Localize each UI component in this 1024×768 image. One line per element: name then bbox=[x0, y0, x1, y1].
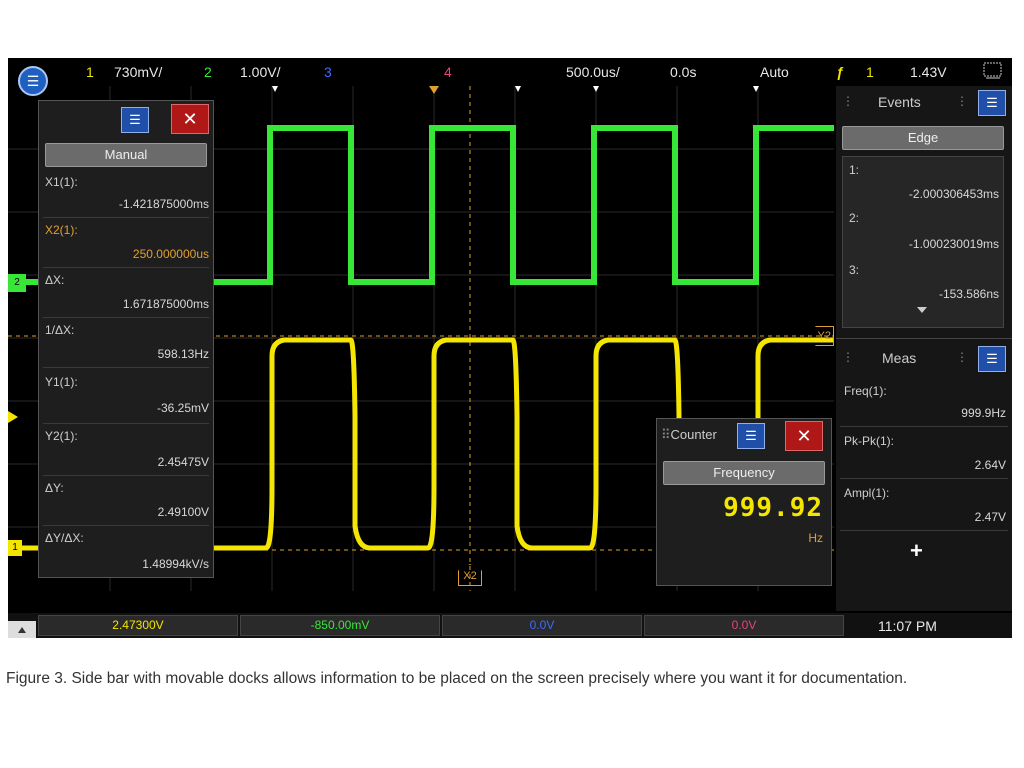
close-icon: ✕ bbox=[182, 108, 198, 129]
trigger-mode[interactable]: Auto bbox=[760, 64, 789, 80]
oscilloscope-screen: 1 730mV/ 2 1.00V/ 3 4 500.0us/ 0.0s Auto… bbox=[8, 58, 1012, 638]
cursor-panel: ☰ ✕ Manual X1(1): -1.421875000ms X2(1): … bbox=[38, 100, 214, 578]
bottom-bar: 2.47300V -850.00mV 0.0V 0.0V 11:07 PM bbox=[8, 613, 1012, 638]
inv-dx-value: 598.13Hz bbox=[157, 347, 209, 361]
event-index: 2: bbox=[849, 211, 860, 225]
meas-value[interactable]: 2.64V bbox=[975, 458, 1006, 472]
events-title: Events bbox=[878, 94, 921, 110]
ch2-offset[interactable]: -850.00mV bbox=[240, 615, 440, 636]
ch1-offset[interactable]: 2.47300V bbox=[38, 615, 238, 636]
ch3-offset[interactable]: 0.0V bbox=[442, 615, 642, 636]
timebase[interactable]: 500.0us/ bbox=[566, 64, 620, 80]
events-list: 1: -2.000306453ms 2: -1.000230019ms 3: -… bbox=[842, 156, 1004, 328]
events-type-button[interactable]: Edge bbox=[842, 126, 1004, 150]
scroll-down-icon[interactable] bbox=[917, 307, 927, 313]
dx-value: 1.671875000ms bbox=[122, 297, 209, 311]
menu-icon: ☰ bbox=[26, 72, 40, 89]
x1-label: X1(1): bbox=[45, 175, 78, 189]
meas-label: Freq(1): bbox=[844, 384, 887, 398]
menu-icon: ☰ bbox=[745, 428, 757, 443]
counter-mode-button[interactable]: Frequency bbox=[663, 461, 825, 485]
event-value[interactable]: -1.000230019ms bbox=[909, 237, 999, 251]
menu-icon: ☰ bbox=[129, 112, 141, 127]
events-menu-button[interactable]: ☰ bbox=[978, 90, 1006, 116]
counter-menu-button[interactable]: ☰ bbox=[737, 423, 765, 449]
drag-handle-icon[interactable]: ⋮ bbox=[956, 350, 968, 364]
event-index: 1: bbox=[849, 163, 860, 177]
ch1-scale[interactable]: 730mV/ bbox=[114, 64, 162, 80]
cursor-panel-menu-button[interactable]: ☰ bbox=[121, 107, 149, 133]
meas-label: Ampl(1): bbox=[844, 486, 890, 500]
right-sidebar: ⋮ Events ⋮ ☰ Edge 1: -2.000306453ms 2: -… bbox=[836, 86, 1012, 611]
ch2-scale[interactable]: 1.00V/ bbox=[240, 64, 280, 80]
ch3-number[interactable]: 3 bbox=[324, 64, 332, 80]
cursor-panel-close-button[interactable]: ✕ bbox=[171, 104, 209, 134]
drag-handle-icon[interactable]: ⋮ bbox=[956, 94, 968, 108]
drag-handle-icon[interactable]: ⋮ bbox=[842, 94, 854, 108]
trigger-delay[interactable]: 0.0s bbox=[670, 64, 696, 80]
inv-dx-label: 1/ΔX: bbox=[45, 323, 75, 337]
x2-label: X2(1): bbox=[45, 223, 78, 237]
meas-label: Pk-Pk(1): bbox=[844, 434, 895, 448]
meas-title: Meas bbox=[882, 350, 917, 366]
trigger-position-marker bbox=[429, 86, 439, 94]
y1-label: Y1(1): bbox=[45, 375, 78, 389]
figure-caption: Figure 3. Side bar with movable docks al… bbox=[6, 670, 908, 687]
ch4-number[interactable]: 4 bbox=[444, 64, 452, 80]
menu-icon: ☰ bbox=[986, 351, 998, 366]
close-icon: ✕ bbox=[796, 425, 812, 446]
y2-label: Y2(1): bbox=[45, 429, 78, 443]
counter-close-button[interactable]: ✕ bbox=[785, 421, 823, 451]
display-screen-icon[interactable] bbox=[982, 60, 1004, 83]
ch1-number[interactable]: 1 bbox=[86, 64, 94, 80]
counter-value: 999.92 bbox=[723, 493, 823, 523]
dy-label: ΔY: bbox=[45, 481, 64, 495]
dydx-value: 1.48994kV/s bbox=[142, 557, 209, 571]
y2-value[interactable]: 2.45475V bbox=[158, 455, 209, 469]
arrow-up-icon bbox=[18, 626, 26, 633]
ch1-ground-marker[interactable]: 1 bbox=[8, 540, 22, 556]
trigger-level-marker[interactable] bbox=[8, 411, 18, 423]
add-measurement-button[interactable]: + bbox=[910, 538, 923, 564]
meas-value[interactable]: 999.9Hz bbox=[961, 406, 1006, 420]
main-menu-button[interactable]: ☰ bbox=[18, 66, 48, 96]
y1-value[interactable]: -36.25mV bbox=[157, 401, 209, 415]
dydx-label: ΔY/ΔX: bbox=[45, 531, 84, 545]
meas-dock: ⋮ Meas ⋮ ☰ Freq(1): 999.9Hz Pk-Pk(1): 2.… bbox=[836, 340, 1012, 610]
trigger-level[interactable]: 1.43V bbox=[910, 64, 947, 80]
x2-value[interactable]: 250.000000us bbox=[133, 247, 209, 261]
meas-value[interactable]: 2.47V bbox=[975, 510, 1006, 524]
events-dock: ⋮ Events ⋮ ☰ Edge 1: -2.000306453ms 2: -… bbox=[836, 86, 1012, 336]
drag-handle-icon[interactable]: ⠿ bbox=[661, 427, 671, 442]
status-bar: 1 730mV/ 2 1.00V/ 3 4 500.0us/ 0.0s Auto… bbox=[8, 58, 1012, 86]
event-value[interactable]: -153.586ns bbox=[939, 287, 999, 301]
scroll-up-button[interactable] bbox=[8, 621, 36, 638]
counter-unit: Hz bbox=[808, 531, 823, 545]
ch4-offset[interactable]: 0.0V bbox=[644, 615, 844, 636]
dy-value: 2.49100V bbox=[157, 505, 209, 519]
x1-value[interactable]: -1.421875000ms bbox=[119, 197, 209, 211]
trigger-source[interactable]: 1 bbox=[866, 64, 874, 80]
clock: 11:07 PM bbox=[878, 618, 937, 634]
event-index: 3: bbox=[849, 263, 860, 277]
trigger-edge-icon: ƒ bbox=[836, 64, 844, 80]
counter-panel: ⠿Counter ☰ ✕ Frequency 999.92 Hz bbox=[656, 418, 832, 586]
ch2-ground-marker[interactable]: 2 bbox=[8, 274, 26, 292]
dx-label: ΔX: bbox=[45, 273, 65, 287]
drag-handle-icon[interactable]: ⋮ bbox=[842, 350, 854, 364]
meas-menu-button[interactable]: ☰ bbox=[978, 346, 1006, 372]
ch2-number[interactable]: 2 bbox=[204, 64, 212, 80]
cursor-mode-button[interactable]: Manual bbox=[45, 143, 207, 167]
counter-title: Counter bbox=[670, 427, 717, 442]
event-value[interactable]: -2.000306453ms bbox=[909, 187, 999, 201]
menu-icon: ☰ bbox=[986, 95, 998, 110]
